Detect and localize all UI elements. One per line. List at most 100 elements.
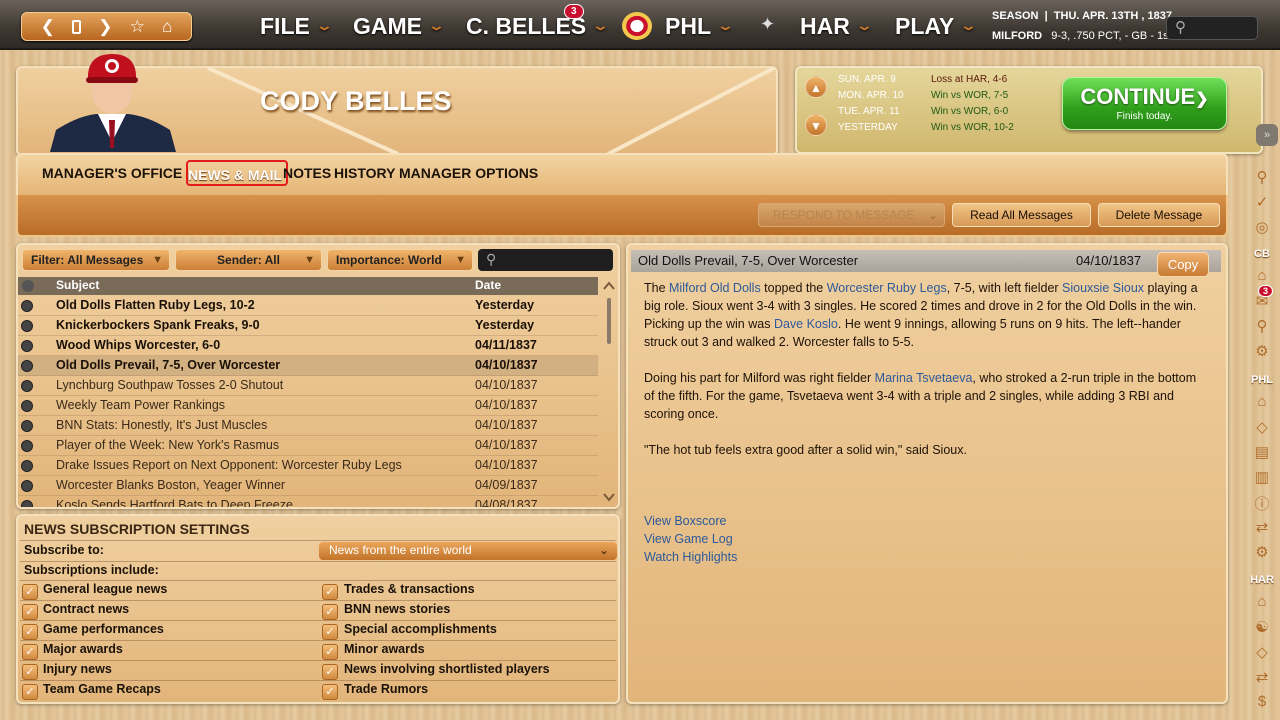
message-row[interactable]: Koslo Sends Hartford Bats to Deep Freeze… [18,496,598,507]
message-paragraph: "The hot tub feels extra good after a so… [644,443,967,457]
tag-icon[interactable]: ◇ [1250,643,1274,661]
menu-league[interactable]: PHL ⌄ [665,11,734,41]
person-link[interactable]: Worcester Ruby Legs [827,281,947,295]
subscribe-to-select[interactable]: News from the entire world ⌄ [319,542,617,560]
globe-icon[interactable]: ◎ [1250,218,1274,236]
chevron-down-icon: ⌄ [959,18,978,33]
column-header-date[interactable]: Date [475,278,501,292]
read-all-button[interactable]: Read All Messages [952,203,1091,227]
list-scrollbar[interactable] [603,280,615,504]
filter-dropdown[interactable]: Filter: All Messages ▼ [22,249,170,271]
chevron-down-icon: ⌄ [855,18,874,33]
subscription-checkbox[interactable]: ✓ [322,604,338,620]
transfer-icon[interactable]: ⇄ [1250,668,1274,686]
read-status-icon [21,400,33,412]
back-arrow-icon[interactable]: ❮ [41,17,55,37]
info-icon[interactable]: ⓘ [1250,493,1274,514]
game-result[interactable]: Loss at HAR, 4-6 [931,74,1007,85]
person-link[interactable]: Milford Old Dolls [669,281,761,295]
expand-sidebar-button[interactable]: » [1256,124,1278,146]
menu-game[interactable]: GAME ⌄ [353,11,445,41]
message-row[interactable]: Wood Whips Worcester, 6-0 04/11/1837 [18,336,598,356]
menu-play[interactable]: PLAY ⌄ [895,11,978,41]
divider [20,680,616,681]
global-search-input[interactable]: ⚲ [1166,16,1258,40]
search-icon[interactable]: ⚲ [1250,317,1274,335]
bar-chart-icon[interactable]: ▥ [1250,468,1274,486]
forward-arrow-icon[interactable]: ❯ [98,17,112,37]
view-boxscore-link[interactable]: View Boxscore [644,514,726,528]
watch-highlights-link[interactable]: Watch Highlights [644,550,737,564]
home-icon[interactable]: ⌂ [1250,393,1274,410]
person-link[interactable]: Marina Tsvetaeva [875,371,973,385]
mail-badge: 3 [1258,285,1274,297]
home-icon[interactable]: ⌂ [1250,593,1274,610]
subscription-checkbox[interactable]: ✓ [322,684,338,700]
subscription-checkbox[interactable]: ✓ [322,584,338,600]
tab-notes[interactable]: NOTES [283,165,331,181]
message-row[interactable]: BNN Stats: Honestly, It's Just Muscles 04… [18,416,598,436]
person-link[interactable]: Siouxsie Sioux [1062,281,1144,295]
page-icon[interactable] [72,19,82,34]
tab-managers-office[interactable]: MANAGER'S OFFICE [42,165,182,181]
chevron-right-icon: ❯ [1195,91,1209,108]
message-row[interactable]: Old Dolls Prevail, 7-5, Over Worcester 04… [18,356,598,376]
subscription-checkbox[interactable]: ✓ [22,604,38,620]
star-icon[interactable]: ☆ [130,17,145,37]
message-row[interactable]: Lynchburg Southpaw Tosses 2-0 Shutout 04/… [18,376,598,396]
tag-icon[interactable]: ◇ [1250,418,1274,436]
message-search-input[interactable]: ⚲ [478,249,613,271]
tab-news-mail[interactable]: NEWS & MAIL [186,160,289,186]
menu-file[interactable]: FILE ⌄ [260,11,333,41]
subscription-checkbox[interactable]: ✓ [322,664,338,680]
divider [20,640,616,641]
scroll-down-button[interactable]: ▼ [805,114,827,136]
subscribe-to-label: Subscribe to: [24,543,104,557]
menu-player[interactable]: C. BELLES ⌄ [466,11,609,41]
newspaper-icon[interactable]: ▤ [1250,443,1274,461]
dollar-icon[interactable]: $ [1250,693,1274,710]
subscription-checkbox[interactable]: ✓ [322,624,338,640]
importance-dropdown[interactable]: Importance: World ▼ [327,249,473,271]
subscription-checkbox[interactable]: ✓ [22,624,38,640]
home-icon[interactable]: ⌂ [162,17,172,37]
home-icon[interactable]: ⌂ [1250,267,1274,284]
continue-button[interactable]: CONTINUE❯ Finish today. [1062,77,1227,130]
copy-button[interactable]: Copy [1157,252,1209,277]
delete-message-button[interactable]: Delete Message [1098,203,1220,227]
read-status-icon [21,360,33,372]
check-icon[interactable]: ✓ [1250,193,1274,211]
map-pin-icon[interactable]: ⚲ [1250,168,1274,186]
person-link[interactable]: Dave Koslo [774,317,838,331]
message-subject: Old Dolls Flatten Ruby Legs, 10-2 [56,298,255,312]
message-row[interactable]: Weekly Team Power Rankings 04/10/1837 [18,396,598,416]
divider [20,561,616,562]
view-game-log-link[interactable]: View Game Log [644,532,733,546]
subscription-checkbox[interactable]: ✓ [22,644,38,660]
sender-dropdown[interactable]: Sender: All ▼ [175,249,322,271]
subscription-checkbox[interactable]: ✓ [322,644,338,660]
subscription-checkbox[interactable]: ✓ [22,684,38,700]
subscription-option-label: General league news [43,582,168,596]
roster-icon[interactable]: ☯ [1250,618,1274,636]
transfer-icon[interactable]: ⇄ [1250,518,1274,536]
game-result[interactable]: Win vs WOR, 6-0 [931,106,1008,117]
scroll-up-button[interactable]: ▲ [805,76,827,98]
gear-icon[interactable]: ⚙ [1250,543,1274,561]
message-row[interactable]: Worcester Blanks Boston, Yeager Winner 04… [18,476,598,496]
subscription-checkbox[interactable]: ✓ [22,584,38,600]
message-row[interactable]: Knickerbockers Spank Freaks, 9-0 Yesterda… [18,316,598,336]
tab-manager-options[interactable]: MANAGER OPTIONS [399,165,538,181]
message-row[interactable]: Player of the Week: New York's Rasmus 04/… [18,436,598,456]
menu-team[interactable]: HAR ⌄ [800,11,874,41]
game-result[interactable]: Win vs WOR, 10-2 [931,122,1014,133]
column-header-subject[interactable]: Subject [56,278,99,292]
tab-history[interactable]: HISTORY [334,165,395,181]
gear-icon[interactable]: ⚙ [1250,342,1274,360]
message-row[interactable]: Drake Issues Report on Next Opponent: Wo… [18,456,598,476]
game-result[interactable]: Win vs WOR, 7-5 [931,90,1008,101]
recent-game: SUN. APR. 9 Loss at HAR, 4-6 [838,72,1038,88]
respond-button[interactable]: RESPOND TO MESSAGE ⌄ [758,203,945,227]
subscription-checkbox[interactable]: ✓ [22,664,38,680]
message-row[interactable]: Old Dolls Flatten Ruby Legs, 10-2 Yesterd… [18,296,598,316]
